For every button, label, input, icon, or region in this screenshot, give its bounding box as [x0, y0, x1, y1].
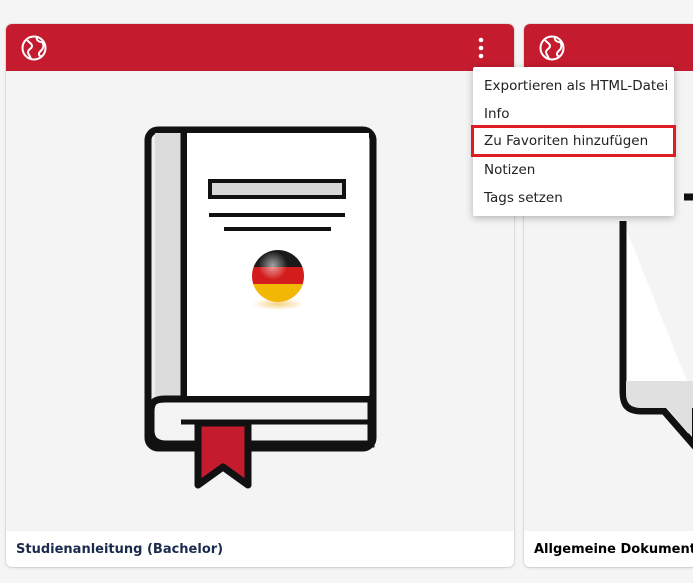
card-title[interactable]: Studienanleitung (Bachelor)	[6, 531, 514, 567]
menu-item-set-tags[interactable]: Tags setzen	[473, 184, 674, 212]
menu-item-notes[interactable]: Notizen	[473, 156, 674, 184]
menu-item-info[interactable]: Info	[473, 100, 674, 128]
document-card-studienanleitung[interactable]: Studienanleitung (Bachelor)	[6, 24, 514, 567]
context-menu: Exportieren als HTML-Datei Info Zu Favor…	[471, 67, 676, 216]
menu-item-add-favorites[interactable]: Zu Favoriten hinzufügen	[471, 125, 676, 157]
card-header	[524, 24, 693, 71]
globe-icon	[538, 34, 566, 62]
card-header	[6, 24, 514, 71]
card-title[interactable]: Allgemeine Dokumente	[524, 531, 693, 567]
globe-icon	[20, 34, 48, 62]
menu-item-export-html[interactable]: Exportieren als HTML-Datei	[473, 72, 674, 100]
book-icon	[144, 126, 377, 489]
more-vertical-icon[interactable]	[470, 33, 492, 63]
card-image[interactable]	[6, 71, 514, 531]
